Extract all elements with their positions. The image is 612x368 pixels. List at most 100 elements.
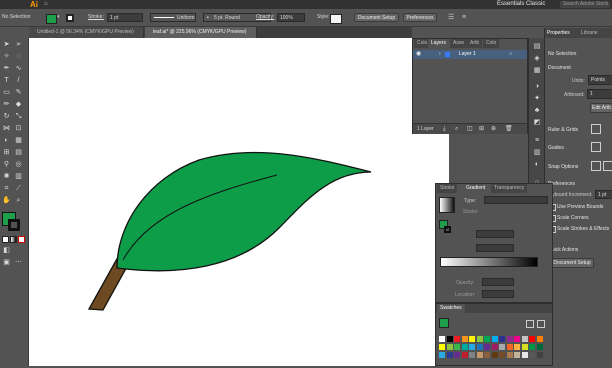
color-swatch[interactable] bbox=[499, 336, 505, 342]
transparency-panel-icon[interactable]: ◐ bbox=[532, 160, 542, 170]
more-tools-icon[interactable]: ⋯ bbox=[14, 258, 23, 267]
preferences-button[interactable]: Preferences bbox=[403, 13, 437, 22]
symbols-panel-icon[interactable]: ♣ bbox=[532, 106, 542, 116]
color-swatch[interactable] bbox=[484, 352, 490, 358]
slice-tool-icon[interactable]: ⟋ bbox=[14, 184, 23, 193]
color-swatch[interactable] bbox=[529, 352, 535, 358]
color-swatch[interactable] bbox=[484, 344, 490, 350]
show-rulers-icon[interactable] bbox=[591, 124, 601, 134]
color-swatch[interactable] bbox=[491, 352, 498, 358]
locate-object-icon[interactable]: ⌕ bbox=[455, 124, 458, 134]
angle-field[interactable] bbox=[476, 230, 514, 238]
tab-assets[interactable]: Asse bbox=[450, 39, 468, 48]
snap-to-pixel-icon[interactable] bbox=[603, 161, 612, 171]
color-swatch[interactable] bbox=[484, 336, 490, 342]
type-tool-icon[interactable]: T bbox=[2, 76, 11, 85]
gradient-mode-icon[interactable] bbox=[10, 236, 17, 243]
draw-mode-icon[interactable]: ◧ bbox=[2, 246, 11, 255]
color-swatch[interactable] bbox=[439, 344, 445, 350]
color-swatch[interactable] bbox=[506, 336, 513, 342]
color-swatch[interactable] bbox=[536, 352, 543, 358]
tab-color-guide[interactable]: Colo bbox=[483, 39, 500, 48]
perspective-grid-icon[interactable]: ▦ bbox=[14, 136, 23, 145]
color-swatch[interactable] bbox=[461, 352, 468, 358]
blend-tool-icon[interactable]: ◎ bbox=[14, 160, 23, 169]
pencil-tool-icon[interactable]: ✏ bbox=[2, 100, 11, 109]
units-dropdown[interactable]: Points bbox=[588, 75, 612, 85]
color-swatch[interactable] bbox=[476, 352, 483, 358]
color-swatch[interactable] bbox=[469, 336, 475, 342]
gradient-location-field[interactable] bbox=[482, 290, 514, 298]
curvature-tool-icon[interactable]: ∿ bbox=[14, 64, 23, 73]
gradient-slider[interactable] bbox=[440, 257, 538, 267]
symbol-sprayer-icon[interactable]: ✺ bbox=[2, 172, 11, 181]
document-setup-button[interactable]: Document Setup bbox=[354, 13, 399, 22]
color-swatch[interactable] bbox=[439, 336, 445, 342]
graphic-style-swatch[interactable] bbox=[330, 14, 342, 24]
clipping-mask-icon[interactable]: ◫ bbox=[467, 124, 473, 134]
tab-gradient[interactable]: Gradient bbox=[463, 184, 489, 193]
color-swatch[interactable] bbox=[476, 336, 483, 342]
opacity-field[interactable]: 100% bbox=[277, 13, 305, 22]
eraser-tool-icon[interactable]: ◆ bbox=[14, 100, 23, 109]
hand-tool-icon[interactable]: ✋ bbox=[2, 196, 11, 205]
collect-export-icon[interactable]: ⤓ bbox=[443, 124, 446, 134]
visibility-eye-icon[interactable]: ◉ bbox=[416, 50, 421, 59]
tab-transparency[interactable]: Transparency bbox=[491, 184, 528, 193]
stroke-weight-field[interactable]: 1 pt bbox=[107, 13, 143, 22]
color-swatch[interactable] bbox=[439, 352, 445, 358]
color-swatch[interactable] bbox=[514, 352, 520, 358]
artboard-field[interactable]: 1 bbox=[587, 89, 612, 99]
quick-document-setup-button[interactable]: Document Setup bbox=[550, 258, 594, 268]
swatch-fill-indicator[interactable] bbox=[439, 318, 449, 328]
new-layer-icon[interactable]: ⊕ bbox=[491, 124, 496, 134]
lasso-tool-icon[interactable]: ◌ bbox=[14, 52, 23, 61]
layer-row[interactable]: ◉ › Layer 1 ○ bbox=[413, 50, 527, 59]
stroke-swatch[interactable] bbox=[66, 14, 74, 22]
snap-to-point-icon[interactable] bbox=[591, 161, 601, 171]
screen-mode-icon[interactable]: ▣ bbox=[2, 258, 11, 267]
variable-width-profile[interactable]: Uniform bbox=[150, 13, 196, 22]
color-swatch[interactable] bbox=[506, 344, 513, 350]
color-swatch[interactable] bbox=[536, 336, 543, 342]
tab-leaf[interactable]: leaf.ai* @ 225.96% (CMYK/GPU Preview) bbox=[145, 27, 257, 38]
tab-layers[interactable]: Layers bbox=[428, 39, 450, 48]
show-guides-icon[interactable] bbox=[591, 142, 601, 152]
libraries-panel-icon[interactable]: ▦ bbox=[532, 66, 542, 76]
delete-layer-icon[interactable]: 🗑 bbox=[505, 124, 513, 134]
zoom-tool-icon[interactable]: ⌕ bbox=[14, 196, 23, 205]
tab-properties[interactable]: Properties bbox=[547, 28, 570, 38]
rectangle-tool-icon[interactable]: ▭ bbox=[2, 88, 11, 97]
color-swatch[interactable] bbox=[499, 352, 505, 358]
magic-wand-icon[interactable]: ✧ bbox=[2, 52, 11, 61]
color-swatch[interactable] bbox=[506, 352, 513, 358]
layers-panel-icon[interactable]: ◈ bbox=[532, 54, 542, 64]
tab-swatches[interactable]: Swatches bbox=[437, 304, 465, 313]
gradient-preview[interactable] bbox=[439, 197, 455, 213]
selection-tool-icon[interactable]: ➤ bbox=[2, 40, 11, 49]
color-swatch[interactable] bbox=[446, 336, 453, 342]
edit-artboards-button[interactable]: Edit Artb bbox=[590, 103, 612, 113]
fill-swatch[interactable] bbox=[46, 14, 57, 24]
color-swatch[interactable] bbox=[454, 336, 460, 342]
properties-panel-icon[interactable]: ▤ bbox=[532, 42, 542, 52]
home-icon[interactable]: ⌂ bbox=[44, 1, 51, 8]
workspace-switcher[interactable]: Essentials Classic bbox=[497, 0, 545, 9]
rotate-tool-icon[interactable]: ↻ bbox=[2, 112, 11, 121]
color-swatch[interactable] bbox=[521, 344, 528, 350]
type-dropdown[interactable] bbox=[484, 196, 548, 204]
color-swatch[interactable] bbox=[446, 352, 453, 358]
line-tool-icon[interactable]: / bbox=[14, 76, 23, 85]
stock-search-input[interactable]: Search Adobe Stock bbox=[560, 1, 610, 8]
color-swatch[interactable] bbox=[514, 336, 520, 342]
eyedropper-tool-icon[interactable]: ⚲ bbox=[2, 160, 11, 169]
free-transform-icon[interactable]: ⊡ bbox=[14, 124, 23, 133]
color-swatch[interactable] bbox=[454, 352, 460, 358]
swatch-grid[interactable] bbox=[439, 336, 549, 364]
paintbrush-tool-icon[interactable]: ✎ bbox=[14, 88, 23, 97]
gradient-panel-icon[interactable]: ▥ bbox=[532, 148, 542, 158]
mesh-tool-icon[interactable]: ⊞ bbox=[2, 148, 11, 157]
graphic-styles-icon[interactable]: ◩ bbox=[532, 118, 542, 128]
layer-name[interactable]: Layer 1 bbox=[459, 50, 476, 59]
color-swatch[interactable] bbox=[491, 344, 498, 350]
